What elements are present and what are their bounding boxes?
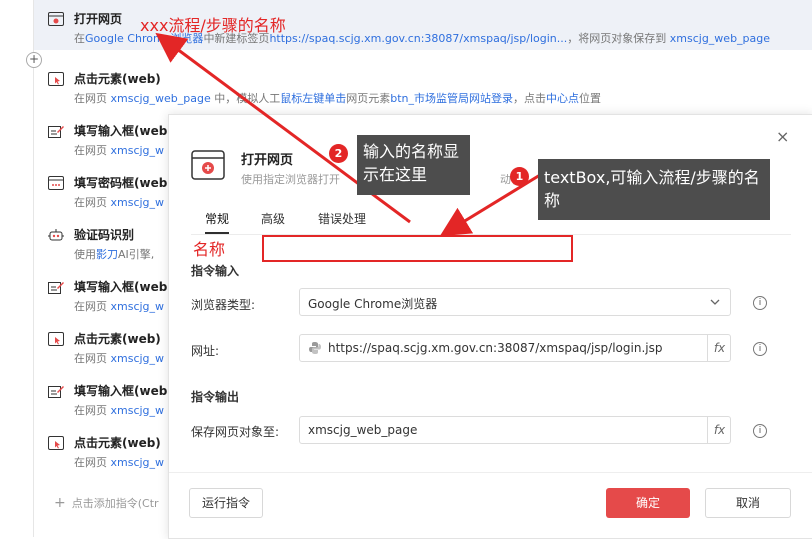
step-title: 验证码识别 — [74, 228, 135, 242]
browser-type-label: 浏览器类型: — [191, 298, 256, 312]
close-icon[interactable]: × — [776, 127, 789, 146]
save-to-input[interactable]: xmscjg_web_page — [299, 416, 731, 444]
step-title: 点击元素(web) — [74, 332, 161, 346]
section-output-title: 指令输出 — [191, 390, 240, 404]
annotation-name-label: 名称 — [193, 240, 226, 259]
step-desc: 在网页 xmscjg_w — [74, 352, 165, 365]
step-item[interactable]: 点击元素(web) 在网页 xmscjg_web_page 中，模拟人工鼠标左键… — [34, 60, 812, 110]
cancel-button[interactable]: 取消 — [705, 488, 791, 518]
step-desc: 在网页 xmscjg_w — [74, 196, 165, 209]
robot-icon — [48, 229, 64, 241]
url-input[interactable]: https://spaq.scjg.xm.gov.cn:38087/xmspaq… — [299, 334, 731, 362]
browser-icon — [191, 150, 225, 180]
section-input-title: 指令输入 — [191, 264, 240, 278]
step-desc: 在网页 xmscjg_web_page 中，模拟人工鼠标左键单击网页元素btn_… — [74, 92, 602, 105]
callout-textbox: textBox,可输入流程/步骤的名称 — [538, 159, 770, 220]
confirm-button[interactable]: 确定 — [606, 488, 690, 518]
save-to-label: 保存网页对象至: — [191, 425, 280, 439]
step-title: 填写输入框(web) — [74, 124, 173, 138]
badge-1: 1 — [510, 167, 529, 186]
annotation-step-name: xxx流程/步骤的名称 — [140, 16, 286, 35]
save-fx-button[interactable]: fx — [707, 416, 731, 444]
step-title: 填写输入框(web) — [74, 384, 173, 398]
step-title: 填写输入框(web) — [74, 280, 173, 294]
tab-error-handling[interactable]: 错误处理 — [318, 210, 366, 227]
browser-icon — [48, 12, 64, 26]
step-desc: 使用影刀AI引擎, — [74, 248, 155, 261]
edit-input-icon — [48, 126, 64, 138]
python-icon — [309, 342, 321, 354]
browser-type-select[interactable]: Google Chrome浏览器 — [299, 288, 731, 316]
callout-display-here: 输入的名称显示在这里 — [357, 135, 470, 195]
step-desc: 在网页 xmscjg_w — [74, 404, 165, 417]
step-desc: 在网页 xmscjg_w — [74, 456, 165, 469]
save-info-icon[interactable]: i — [753, 424, 767, 438]
tab-general[interactable]: 常规 — [205, 210, 230, 234]
run-command-button[interactable]: 运行指令 — [189, 488, 263, 518]
click-element-icon — [48, 332, 64, 346]
url-fx-button[interactable]: fx — [707, 334, 731, 362]
annotation-name-textbox[interactable] — [262, 235, 573, 262]
dialog-title: 打开网页 — [241, 153, 294, 168]
step-title: 打开网页 — [74, 12, 123, 26]
step-desc: 在网页 xmscjg_w — [74, 300, 165, 313]
click-element-icon — [48, 72, 64, 86]
chevron-down-icon — [710, 299, 720, 305]
plus-icon: + — [54, 495, 66, 511]
url-label: 网址: — [191, 344, 220, 358]
edit-input-icon — [48, 282, 64, 294]
step-title: 点击元素(web) — [74, 72, 161, 86]
step-title: 点击元素(web) — [74, 436, 161, 450]
footer-divider — [169, 472, 812, 473]
step-title: 填写密码框(web) — [74, 176, 173, 190]
tab-advanced[interactable]: 高级 — [261, 210, 285, 227]
browser-info-icon[interactable]: i — [753, 296, 767, 310]
click-element-icon — [48, 436, 64, 450]
add-step-button[interactable]: + 点击添加指令(Ctr — [54, 495, 159, 511]
step-desc: 在网页 xmscjg_w — [74, 144, 165, 157]
badge-2: 2 — [329, 144, 348, 163]
url-info-icon[interactable]: i — [753, 342, 767, 356]
edit-input-icon — [48, 386, 64, 398]
password-field-icon — [48, 176, 64, 190]
